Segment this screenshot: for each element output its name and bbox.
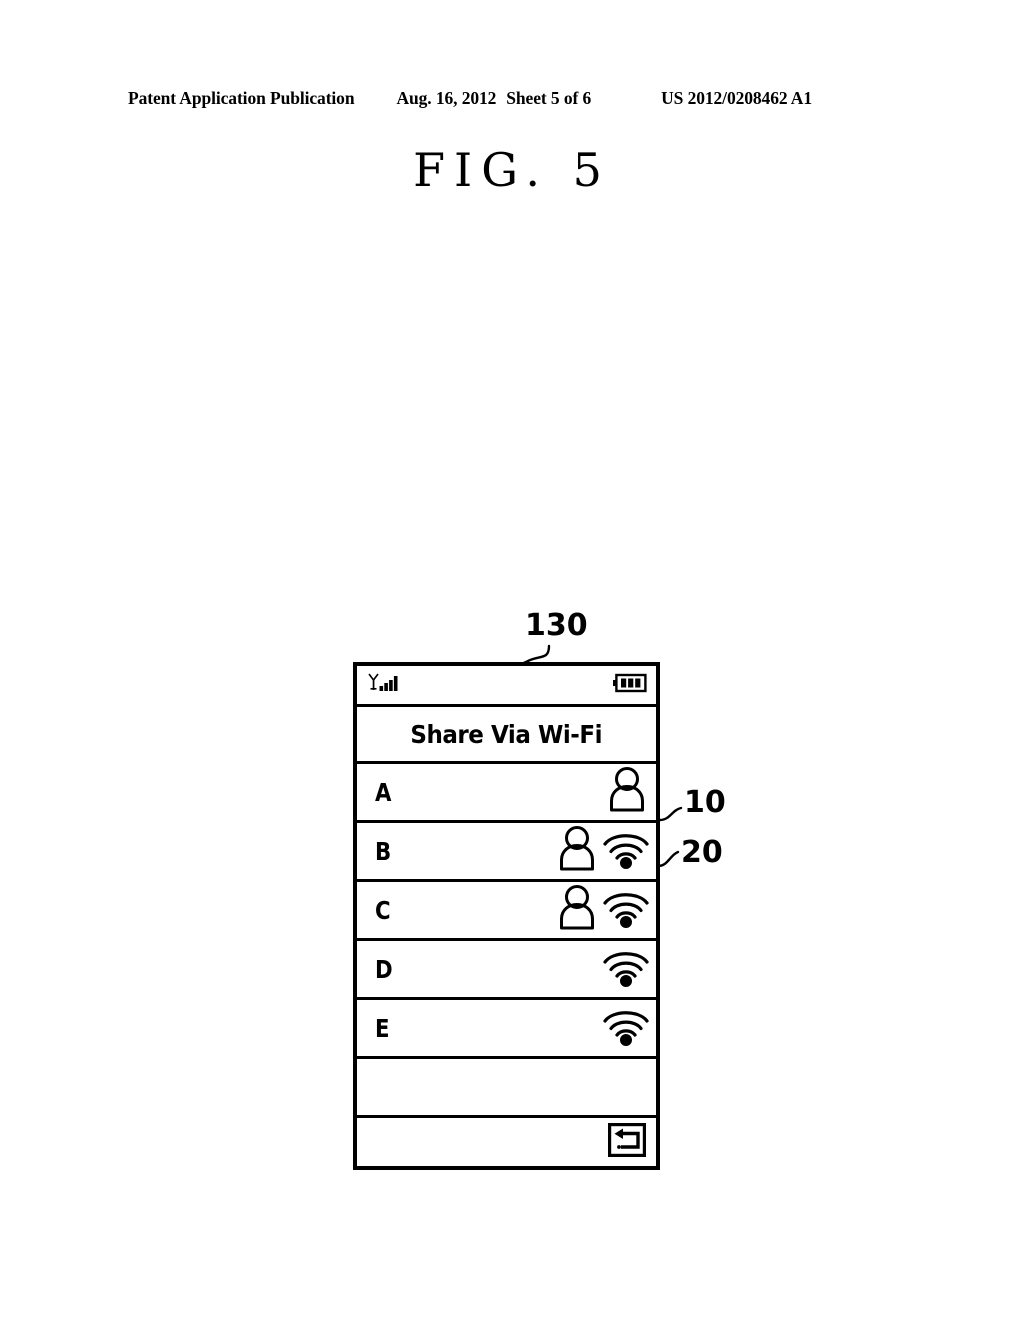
patent-page-header: Patent Application Publication Aug. 16, …	[128, 88, 896, 109]
person-icon[interactable]	[554, 824, 600, 879]
wifi-icon[interactable]	[602, 827, 650, 876]
list-item[interactable]: A	[357, 764, 656, 823]
wifi-icon[interactable]	[602, 945, 650, 994]
list-item[interactable]: B	[357, 823, 656, 882]
list-item-icons	[554, 823, 650, 879]
reference-numeral-20: 20	[681, 835, 723, 870]
wifi-icon[interactable]	[602, 886, 650, 935]
wifi-icon[interactable]	[602, 1004, 650, 1053]
publication-label: Patent Application Publication	[128, 88, 355, 108]
status-bar	[357, 666, 656, 707]
list-item-icons	[604, 764, 650, 820]
list-item-icons	[554, 882, 650, 938]
person-icon[interactable]	[554, 883, 600, 938]
list-item-label: A	[375, 777, 392, 807]
list-item[interactable]: D	[357, 941, 656, 1000]
list-item[interactable]: E	[357, 1000, 656, 1059]
signal-bars-icon	[366, 672, 402, 699]
reference-numeral-10: 10	[684, 785, 726, 820]
list-item-label: B	[375, 836, 392, 866]
list-item-label: E	[375, 1013, 390, 1043]
person-icon[interactable]	[604, 765, 650, 820]
sheet-number: Sheet 5 of 6	[506, 88, 592, 108]
back-arrow-icon[interactable]	[608, 1122, 646, 1162]
patent-number: US 2012/0208462 A1	[661, 88, 812, 108]
list-item[interactable]: C	[357, 882, 656, 941]
list-item-icons	[602, 941, 650, 997]
battery-icon	[613, 673, 647, 698]
empty-list-row	[357, 1059, 656, 1118]
bottom-toolbar	[357, 1118, 656, 1166]
list-item-label: C	[375, 895, 391, 925]
list-item-icons	[602, 1000, 650, 1056]
mobile-device-mockup: Share Via Wi-Fi A B C D E	[353, 662, 660, 1170]
figure-title: FIG. 5	[413, 143, 611, 197]
screen-title-bar: Share Via Wi-Fi	[357, 707, 656, 764]
list-item-label: D	[375, 954, 393, 984]
publication-date: Aug. 16, 2012	[396, 88, 497, 108]
reference-numeral-130: 130	[525, 608, 588, 643]
screen-title: Share Via Wi-Fi	[410, 719, 603, 749]
